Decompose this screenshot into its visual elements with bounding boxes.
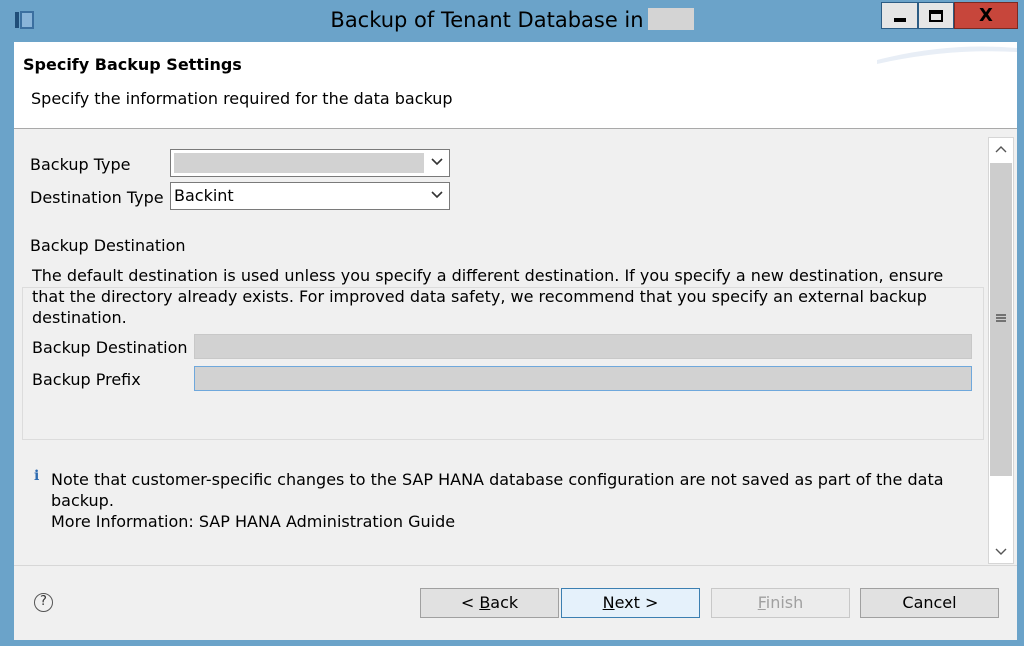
back-button-prefix: < [460,593,480,612]
close-button[interactable]: X [954,2,1018,29]
scroll-down-button[interactable] [989,541,1013,563]
backup-type-label: Backup Type [30,155,131,174]
close-icon: X [979,4,993,26]
scrollbar-thumb[interactable] [990,163,1012,476]
window-title-text: Backup of Tenant Database in [330,8,644,32]
redacted-backup-type-value [174,153,424,173]
backup-prefix-input[interactable] [194,366,972,391]
dialog-client-area: Specify Backup Settings Specify the info… [14,42,1017,640]
backup-destination-group-title: Backup Destination [30,236,190,255]
destination-type-select[interactable]: Backint [170,182,450,210]
vertical-scrollbar[interactable] [988,137,1014,564]
wizard-header: Specify Backup Settings Specify the info… [14,42,1017,129]
next-button-mnemonic: N [602,593,615,612]
scroll-up-button[interactable] [989,138,1013,160]
back-button[interactable]: < Back [420,588,559,618]
maximize-icon [929,9,943,22]
finish-button-mnemonic: F [757,593,766,612]
settings-scroll-area[interactable]: Backup Type Destination Type Backint Bac… [14,130,1017,565]
finish-button-label: inish [765,593,804,612]
wizard-footer: ? < Back Next > Finish Cancel [14,565,1017,640]
scrollbar-grip-icon [996,314,1006,322]
chevron-down-icon [431,191,443,199]
finish-button[interactable]: Finish [711,588,850,618]
next-button-label: ext > [614,593,659,612]
cancel-button[interactable]: Cancel [860,588,999,618]
backup-prefix-label: Backup Prefix [32,370,141,389]
minimize-icon [893,17,906,22]
backup-destination-input[interactable] [194,334,972,359]
more-information-text: More Information: SAP HANA Administratio… [51,512,456,531]
maximize-button[interactable] [918,2,954,29]
chevron-down-icon [431,158,443,166]
help-icon[interactable]: ? [34,593,53,612]
back-button-mnemonic: B [479,593,491,612]
destination-type-value: Backint [174,186,234,205]
scroll-up-icon [995,146,1007,153]
page-description: Specify the information required for the… [31,89,453,108]
info-icon: i [34,468,40,484]
backup-type-select[interactable] [170,149,450,177]
backup-dialog-window: Backup of Tenant Database in X Specify B… [0,0,1024,646]
configuration-note: Note that customer-specific changes to t… [51,470,944,510]
window-title: Backup of Tenant Database in [0,8,1024,32]
redacted-database-name [647,8,694,30]
back-button-label: ack [490,593,519,612]
title-bar[interactable]: Backup of Tenant Database in X [0,0,1024,42]
scroll-down-icon [995,548,1007,555]
backup-destination-label: Backup Destination [32,338,188,357]
destination-type-label: Destination Type [30,188,164,207]
minimize-button[interactable] [881,2,918,29]
backup-destination-description: The default destination is used unless y… [32,266,944,327]
next-button[interactable]: Next > [561,588,700,618]
page-title: Specify Backup Settings [23,55,242,74]
header-decoration [877,46,1017,64]
